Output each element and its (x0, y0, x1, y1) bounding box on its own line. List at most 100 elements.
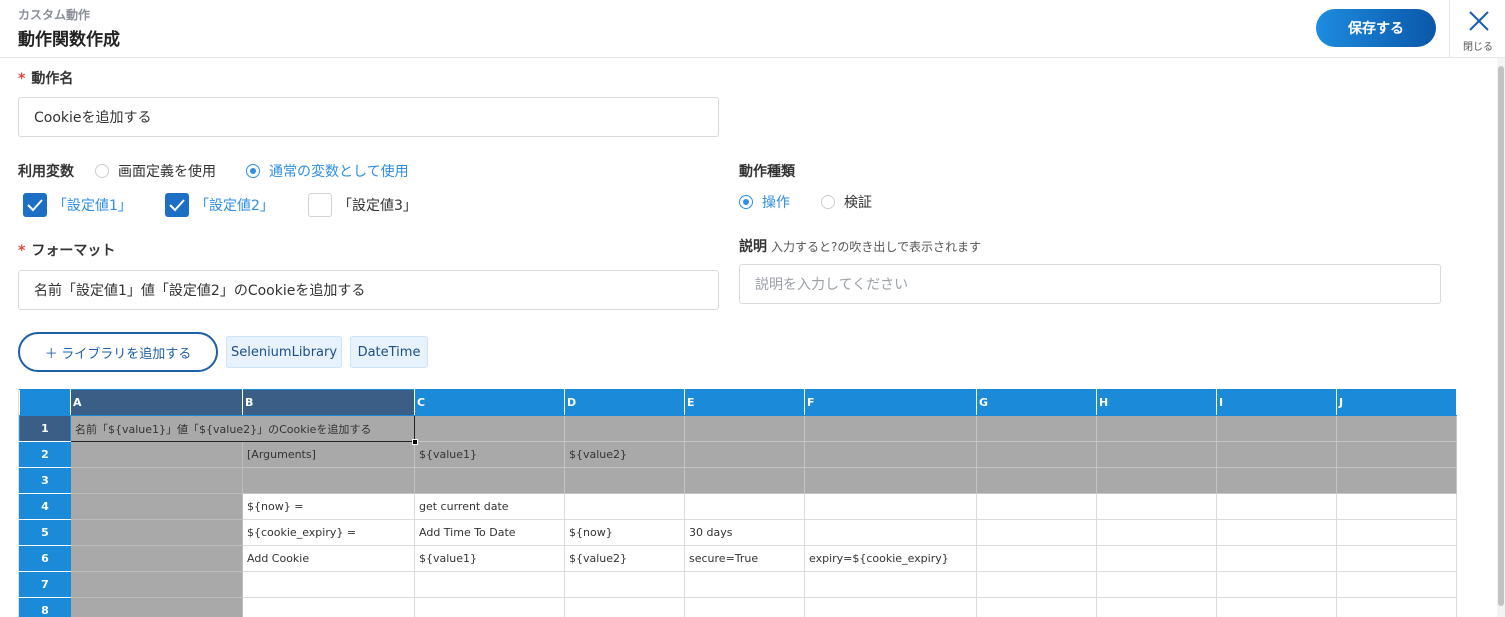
grid-cell[interactable] (1336, 519, 1457, 546)
grid-cell[interactable] (1216, 545, 1337, 572)
grid-cell[interactable] (1336, 415, 1457, 442)
grid-cell[interactable] (1336, 545, 1457, 572)
grid-cell[interactable] (1096, 441, 1217, 468)
grid-cell[interactable] (1096, 545, 1217, 572)
grid-cell[interactable] (242, 571, 415, 598)
grid-cell[interactable] (976, 467, 1097, 494)
grid-cell[interactable]: expiry=${cookie_expiry} (804, 545, 977, 572)
grid-cell[interactable] (1336, 571, 1457, 598)
grid-cell[interactable] (976, 597, 1097, 617)
grid-cell[interactable] (70, 519, 243, 546)
grid-cell[interactable]: ${now} (564, 519, 685, 546)
grid-cell[interactable] (1216, 467, 1337, 494)
column-header-a[interactable]: A (70, 389, 243, 416)
grid-corner[interactable] (19, 389, 71, 416)
radio-action-verification[interactable]: 検証 (821, 192, 872, 212)
grid-cell[interactable] (684, 441, 805, 468)
grid-cell[interactable] (564, 467, 685, 494)
page-scrollbar[interactable] (1497, 58, 1505, 617)
column-header-d[interactable]: D (564, 389, 685, 416)
grid-cell[interactable] (804, 571, 977, 598)
grid-cell[interactable]: get current date (414, 493, 565, 520)
grid-cell[interactable]: Add Cookie (242, 545, 415, 572)
grid-cell[interactable] (1216, 493, 1337, 520)
grid-cell[interactable] (804, 493, 977, 520)
column-header-j[interactable]: J (1336, 389, 1457, 416)
grid-cell[interactable] (976, 415, 1097, 442)
spreadsheet-grid[interactable]: A B C D E F G H I J 1 名前「${value1}」値「${v… (18, 389, 1457, 617)
grid-cell[interactable] (564, 415, 685, 442)
grid-cell[interactable] (684, 467, 805, 494)
grid-cell[interactable]: 30 days (684, 519, 805, 546)
grid-cell[interactable] (242, 597, 415, 617)
grid-cell[interactable] (1216, 441, 1337, 468)
row-header[interactable]: 5 (19, 519, 71, 546)
column-header-g[interactable]: G (976, 389, 1097, 416)
close-button[interactable]: 閉じる (1449, 0, 1505, 58)
grid-cell[interactable] (1096, 571, 1217, 598)
checkbox-setting-value-3[interactable]: 「設定値3」 (308, 193, 417, 217)
grid-cell[interactable] (1336, 597, 1457, 617)
grid-cell[interactable] (1216, 519, 1337, 546)
radio-action-operation[interactable]: 操作 (739, 192, 790, 212)
grid-cell[interactable] (70, 441, 243, 468)
fill-handle[interactable] (412, 439, 418, 445)
grid-cell[interactable] (1336, 441, 1457, 468)
grid-cell[interactable]: 名前「${value1}」値「${value2}」のCookieを追加する (70, 415, 418, 445)
grid-cell[interactable] (804, 441, 977, 468)
description-input[interactable]: 説明を入力してください (739, 264, 1441, 304)
column-header-c[interactable]: C (414, 389, 565, 416)
radio-use-normal-variable[interactable]: 通常の変数として使用 (246, 161, 409, 181)
grid-cell[interactable]: ${value1} (414, 441, 565, 468)
grid-cell[interactable] (1216, 571, 1337, 598)
grid-cell[interactable] (1336, 493, 1457, 520)
grid-cell[interactable]: ${value2} (564, 545, 685, 572)
grid-cell[interactable] (564, 493, 685, 520)
row-header[interactable]: 3 (19, 467, 71, 494)
grid-cell[interactable]: secure=True (684, 545, 805, 572)
grid-cell[interactable] (804, 415, 977, 442)
column-header-e[interactable]: E (684, 389, 805, 416)
grid-cell[interactable]: ${value1} (414, 545, 565, 572)
grid-cell[interactable] (684, 493, 805, 520)
row-header[interactable]: 8 (19, 597, 71, 617)
grid-cell[interactable] (414, 467, 565, 494)
grid-cell[interactable] (1096, 493, 1217, 520)
grid-cell[interactable] (414, 597, 565, 617)
grid-cell[interactable] (804, 597, 977, 617)
column-header-h[interactable]: H (1096, 389, 1217, 416)
grid-cell[interactable] (70, 493, 243, 520)
grid-cell[interactable] (976, 519, 1097, 546)
checkbox-setting-value-1[interactable]: 「設定値1」 (23, 193, 132, 217)
row-header[interactable]: 1 (19, 415, 71, 442)
grid-cell[interactable] (70, 545, 243, 572)
grid-cell[interactable] (1096, 597, 1217, 617)
column-header-f[interactable]: F (804, 389, 977, 416)
grid-cell[interactable] (1216, 415, 1337, 442)
grid-cell[interactable] (1336, 467, 1457, 494)
grid-cell[interactable] (684, 597, 805, 617)
library-chip-selenium[interactable]: SeleniumLibrary (226, 336, 342, 368)
action-name-input[interactable]: Cookieを追加する (18, 97, 719, 137)
library-chip-datetime[interactable]: DateTime (350, 336, 428, 368)
column-header-b[interactable]: B (242, 389, 415, 416)
grid-cell[interactable]: ${value2} (564, 441, 685, 468)
row-header[interactable]: 6 (19, 545, 71, 572)
grid-cell[interactable] (976, 571, 1097, 598)
format-input[interactable]: 名前「設定値1」値「設定値2」のCookieを追加する (18, 270, 719, 310)
grid-cell[interactable] (804, 519, 977, 546)
grid-cell[interactable] (1096, 519, 1217, 546)
grid-cell[interactable]: Add Time To Date (414, 519, 565, 546)
grid-cell[interactable] (804, 467, 977, 494)
grid-cell[interactable] (684, 571, 805, 598)
radio-use-screen-definition[interactable]: 画面定義を使用 (95, 161, 216, 181)
grid-cell[interactable] (1216, 597, 1337, 617)
save-button[interactable]: 保存する (1316, 9, 1436, 47)
row-header[interactable]: 2 (19, 441, 71, 468)
add-library-button[interactable]: ＋ ライブラリを追加する (18, 332, 218, 372)
scrollbar-thumb[interactable] (1498, 66, 1504, 606)
grid-cell[interactable] (1096, 467, 1217, 494)
grid-cell[interactable]: ${now} = (242, 493, 415, 520)
grid-cell[interactable] (414, 571, 565, 598)
grid-cell[interactable] (70, 571, 243, 598)
